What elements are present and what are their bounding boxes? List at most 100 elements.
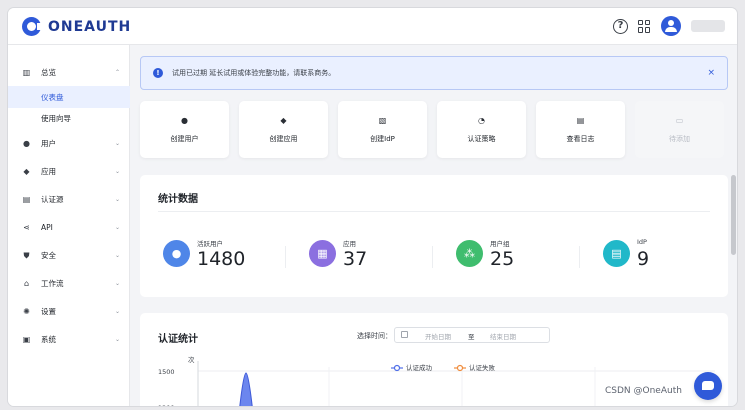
chevron-down-icon: ⌄ <box>114 167 120 175</box>
divider <box>285 246 286 268</box>
create-user-button[interactable]: ● 创建用户 <box>140 101 229 158</box>
bar-chart-icon: ▥ <box>22 67 31 77</box>
calendar-icon <box>401 331 408 338</box>
legend-success[interactable]: 认证成功 <box>391 363 433 372</box>
sidebar-item-label: 工作流 <box>41 278 64 288</box>
main-scrollbar[interactable] <box>729 45 737 406</box>
chevron-down-icon: ⌄ <box>114 251 120 259</box>
quick-action-label: 创建IdP <box>370 135 395 143</box>
auth-line-chart: 次 1500 1200 认证成功 认证失败 <box>158 355 715 406</box>
stats-panel: 统计数据 ● 活跃用户 1480 ▦ 应用 37 ⁂ 用户组 25 ▤ IdP … <box>140 175 728 297</box>
sidebar-item-label: 用户 <box>41 138 56 148</box>
chevron-down-icon: ⌄ <box>114 279 120 287</box>
group-icon: ⁂ <box>456 240 483 267</box>
sidebar-subitem-guide[interactable]: 使用向导 <box>8 107 130 129</box>
header-actions: ? <box>613 15 725 37</box>
sidebar-item-api[interactable]: ⋖ API ⌄ <box>8 216 130 238</box>
auth-stats-title: 认证统计 <box>158 334 198 345</box>
log-icon: ▤ <box>576 116 585 125</box>
chevron-down-icon: ⌄ <box>114 223 120 231</box>
stat-value: 37 <box>343 248 368 270</box>
sidebar-item-workflow[interactable]: ⌂ 工作流 ⌄ <box>8 272 130 294</box>
sidebar-item-label: 设置 <box>41 306 56 316</box>
stats-title: 统计数据 <box>158 194 198 205</box>
app-window: ONEAUTH ? ▥ 总览 ⌃ 仪表盘 使用向导 ● 用户 ⌄ ◆ 应用 ⌄ <box>8 8 737 406</box>
scrollbar-thumb[interactable] <box>731 175 736 255</box>
sidebar-item-label: 总览 <box>41 67 56 77</box>
sidebar-subitem-label: 使用向导 <box>41 113 71 123</box>
stat-value: 25 <box>490 248 515 270</box>
workflow-icon: ⌂ <box>23 278 30 288</box>
stat-value: 1480 <box>197 248 246 270</box>
sidebar-subitem-label: 仪表盘 <box>41 92 64 102</box>
start-date-input[interactable]: 开始日期 <box>425 331 451 341</box>
divider <box>432 246 433 268</box>
sidebar-item-security[interactable]: ⛊ 安全 ⌄ <box>8 244 130 266</box>
system-icon: ▣ <box>22 334 31 344</box>
stat-label: 用户组 <box>490 240 510 248</box>
idp-icon: ▤ <box>603 240 630 267</box>
legend-label: 认证失败 <box>469 363 496 372</box>
add-pending-button[interactable]: ▭ 待添加 <box>635 101 724 158</box>
top-header: ONEAUTH ? <box>8 8 737 45</box>
close-icon[interactable]: × <box>707 68 715 78</box>
placeholder-icon: ▭ <box>675 116 684 125</box>
sidebar-item-label: 应用 <box>41 166 56 176</box>
sidebar-item-auth-source[interactable]: ▤ 认证源 ⌄ <box>8 188 130 210</box>
sidebar-item-system[interactable]: ▣ 系统 ⌄ <box>8 328 130 350</box>
share-icon: ⋖ <box>23 222 30 232</box>
apps-icon: ▦ <box>309 240 336 267</box>
sidebar-subitem-dashboard[interactable]: 仪表盘 <box>8 86 130 108</box>
layers-icon: ◆ <box>23 166 30 176</box>
apps-grid-icon[interactable] <box>638 19 651 33</box>
sidebar-item-users[interactable]: ● 用户 ⌄ <box>8 132 130 154</box>
username-redacted[interactable] <box>691 20 725 32</box>
stat-groups: ⁂ 用户组 25 <box>456 238 586 270</box>
alert-message: 试用已过期 延长试用或体验完整功能，请联系商务。 <box>172 69 336 77</box>
success-series-peak <box>239 372 253 406</box>
create-idp-button[interactable]: ▧ 创建IdP <box>338 101 427 158</box>
info-icon: ! <box>153 68 163 78</box>
y-tick-label: 1500 <box>158 368 175 376</box>
brand-logo[interactable]: ONEAUTH <box>22 16 131 37</box>
sidebar-item-label: 系统 <box>41 334 56 344</box>
quick-action-label: 查看日志 <box>566 135 595 143</box>
chevron-down-icon: ⌄ <box>114 335 120 343</box>
help-icon[interactable]: ? <box>613 18 628 34</box>
user-icon: ● <box>23 138 30 148</box>
user-icon: ● <box>163 240 190 267</box>
end-date-input[interactable]: 结束日期 <box>490 331 516 341</box>
create-app-button[interactable]: ◆ 创建应用 <box>239 101 328 158</box>
sidebar-item-overview[interactable]: ▥ 总览 ⌃ <box>8 61 130 83</box>
time-select-label: 选择时间： <box>357 332 392 340</box>
stat-label: IdP <box>637 238 647 246</box>
date-range-picker[interactable]: 开始日期 至 结束日期 <box>394 327 550 343</box>
stat-apps: ▦ 应用 37 <box>309 238 439 270</box>
chevron-down-icon: ⌄ <box>114 195 120 203</box>
y-tick-label: 1200 <box>158 404 175 406</box>
stat-value: 9 <box>637 248 650 270</box>
chevron-up-icon: ⌃ <box>114 68 120 76</box>
brand-name: ONEAUTH <box>48 18 132 35</box>
quick-action-label: 认证策略 <box>467 135 496 143</box>
chat-support-button[interactable] <box>694 372 722 400</box>
main-content: ! 试用已过期 延长试用或体验完整功能，请联系商务。 × ● 创建用户 ◆ 创建… <box>130 45 737 406</box>
view-logs-button[interactable]: ▤ 查看日志 <box>536 101 625 158</box>
chevron-down-icon: ⌄ <box>114 139 120 147</box>
policy-icon: ◔ <box>478 116 485 125</box>
quick-action-label: 创建应用 <box>269 135 298 143</box>
legend-label: 认证成功 <box>406 363 433 372</box>
user-avatar[interactable] <box>661 16 681 36</box>
sidebar-item-apps[interactable]: ◆ 应用 ⌄ <box>8 160 130 182</box>
stat-active-users: ● 活跃用户 1480 <box>163 238 293 270</box>
auth-policy-button[interactable]: ◔ 认证策略 <box>437 101 526 158</box>
chevron-down-icon: ⌄ <box>114 307 120 315</box>
legend-failure[interactable]: 认证失败 <box>454 363 496 372</box>
trial-expired-alert: ! 试用已过期 延长试用或体验完整功能，请联系商务。 × <box>140 56 728 90</box>
gear-icon: ✺ <box>23 306 30 316</box>
divider <box>579 246 580 268</box>
y-axis-unit: 次 <box>188 355 195 364</box>
sidebar-item-settings[interactable]: ✺ 设置 ⌄ <box>8 300 130 322</box>
quick-actions: ● 创建用户 ◆ 创建应用 ▧ 创建IdP ◔ 认证策略 ▤ 查看日志 ▭ 待添… <box>140 101 728 159</box>
layers-icon: ◆ <box>280 116 287 125</box>
